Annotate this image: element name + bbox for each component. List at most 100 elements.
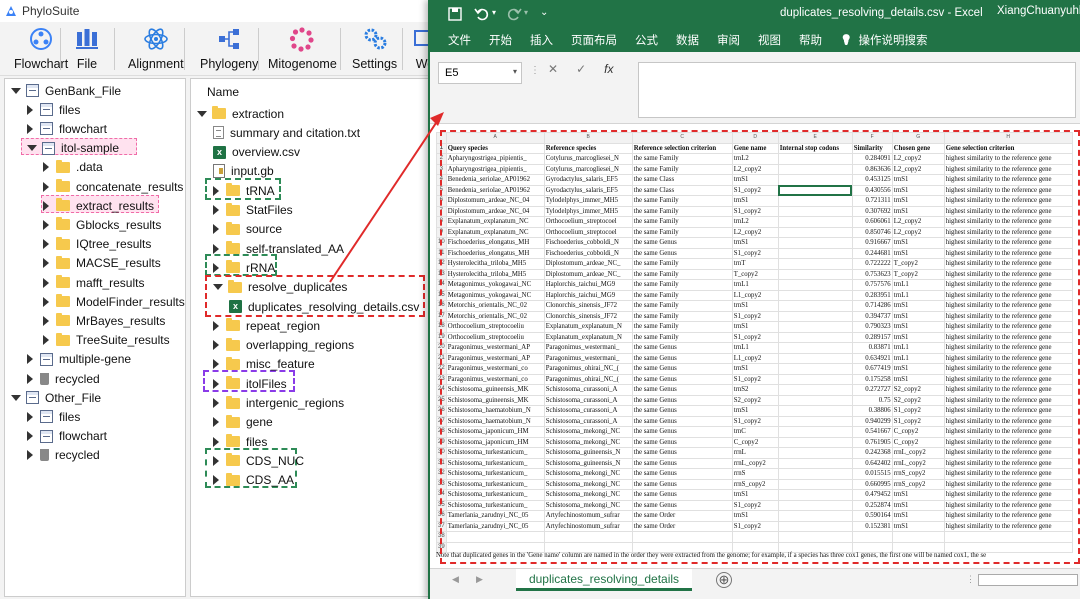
expand-right-icon[interactable] (43, 219, 49, 230)
tree-item[interactable]: rRNA (213, 258, 275, 277)
tree-item[interactable]: input.gb (213, 162, 274, 181)
expand-right-icon[interactable] (43, 335, 49, 346)
ribbon-tab[interactable]: 页面布局 (571, 32, 617, 48)
tree-item[interactable]: MrBayes_results (43, 311, 165, 330)
undo-icon[interactable] (474, 6, 490, 22)
expand-right-icon[interactable] (43, 296, 49, 307)
expand-right-icon[interactable] (213, 455, 219, 466)
expand-right-icon[interactable] (213, 398, 219, 408)
expand-right-icon[interactable] (27, 411, 33, 422)
tree-item[interactable]: concatenate_results (43, 177, 183, 196)
tree-item[interactable]: flowchart (27, 427, 107, 446)
tree-item[interactable]: CDS_AA (213, 471, 294, 490)
toolbar-settings-button[interactable]: Settings (352, 22, 397, 76)
expand-right-icon[interactable] (27, 450, 33, 461)
tree-item[interactable]: summary and citation.txt (213, 123, 360, 142)
expand-right-icon[interactable] (43, 239, 49, 250)
tree-item[interactable]: itol-sample (27, 139, 119, 158)
undo-dropdown-icon[interactable]: ▾ (492, 8, 496, 17)
expand-right-icon[interactable] (213, 436, 219, 447)
tree-item[interactable]: StatFiles (213, 201, 293, 220)
toolbar-mitogenome-button[interactable]: Mitogenome (268, 22, 337, 76)
formula-bar-input[interactable] (638, 62, 1076, 118)
tree-item[interactable]: repeat_region (213, 316, 320, 335)
ribbon-tab[interactable]: 数据 (676, 32, 699, 48)
expand-right-icon[interactable] (43, 277, 49, 288)
qat-customize-icon[interactable]: ⌄ (540, 7, 548, 18)
tree-item[interactable]: files (27, 407, 80, 426)
toolbar-phylogeny-button[interactable]: Phylogeny (200, 22, 258, 76)
expand-right-icon[interactable] (43, 258, 49, 269)
tree-item[interactable]: gene (213, 413, 273, 432)
expand-right-icon[interactable] (213, 224, 219, 235)
tree-item[interactable]: intergenic_regions (213, 394, 344, 413)
expand-right-icon[interactable] (27, 373, 33, 384)
tree-item[interactable]: GenBank_File (11, 81, 121, 100)
ribbon-tab[interactable]: 审阅 (717, 32, 740, 48)
tree-item[interactable]: tRNA (213, 181, 275, 200)
expand-right-icon[interactable] (213, 243, 219, 254)
tree-item[interactable]: x duplicates_resolving_details.csv (229, 297, 419, 316)
tree-item[interactable]: extraction (197, 104, 284, 123)
expand-right-icon[interactable] (43, 315, 49, 326)
tree-item[interactable]: IQtree_results (43, 235, 151, 254)
expand-down-icon[interactable] (27, 145, 37, 152)
expand-down-icon[interactable] (11, 394, 21, 401)
tree-item[interactable]: mafft_results (43, 273, 144, 292)
expand-right-icon[interactable] (27, 354, 33, 365)
ribbon-tab[interactable]: 视图 (758, 32, 781, 48)
tree-item[interactable]: CDS_NUC (213, 451, 304, 470)
ribbon-tab[interactable]: 公式 (635, 32, 658, 48)
tree-item[interactable]: ModelFinder_results (43, 292, 185, 311)
tab-bar-grip-icon[interactable]: ⋮ (966, 574, 975, 585)
enter-entry-icon[interactable]: ✓ (576, 62, 586, 76)
tree-item[interactable]: recycled (27, 369, 100, 388)
cancel-entry-icon[interactable]: ✕ (548, 62, 558, 76)
expand-right-icon[interactable] (43, 181, 49, 192)
expand-right-icon[interactable] (27, 104, 33, 115)
tree-item[interactable]: MACSE_results (43, 254, 161, 273)
tree-item[interactable]: TreeSuite_results (43, 331, 170, 350)
expand-right-icon[interactable] (213, 320, 219, 331)
name-box-dropdown-icon[interactable]: ▾ (513, 67, 517, 76)
redo-dropdown-icon[interactable]: ▾ (524, 8, 528, 17)
tree-item[interactable]: Other_File (11, 388, 101, 407)
insert-function-icon[interactable]: fx (604, 62, 613, 76)
tree-item[interactable]: x overview.csv (213, 143, 300, 162)
tree-item[interactable]: itolFiles (213, 374, 287, 393)
add-sheet-button[interactable]: ⊕ (716, 572, 732, 588)
expand-right-icon[interactable] (213, 185, 219, 196)
tree-item[interactable]: source (213, 220, 282, 239)
tree-item[interactable]: Gblocks_results (43, 215, 161, 234)
expand-right-icon[interactable] (213, 475, 219, 486)
worksheet[interactable]: A B C D E F G H 1 Query species Reference species R… (430, 124, 1080, 568)
tree-item[interactable]: flowchart (27, 119, 107, 138)
name-box[interactable]: E5 ▾ (438, 62, 522, 84)
expand-right-icon[interactable] (213, 205, 219, 215)
expand-down-icon[interactable] (11, 87, 21, 94)
ribbon-tab[interactable]: 文件 (448, 32, 471, 48)
sheet-prev-icon[interactable]: ◀ (452, 574, 459, 585)
expand-right-icon[interactable] (213, 262, 219, 273)
tree-item[interactable]: resolve_duplicates (213, 278, 347, 297)
sheet-tab[interactable]: duplicates_resolving_details (516, 569, 692, 591)
expand-right-icon[interactable] (213, 378, 219, 389)
tree-item[interactable]: files (213, 432, 267, 451)
expand-right-icon[interactable] (213, 340, 219, 351)
toolbar-file-button[interactable]: File (74, 22, 100, 76)
ribbon-tab[interactable]: 帮助 (799, 32, 822, 48)
toolbar-alignment-button[interactable]: Alignment (128, 22, 184, 76)
tree-item[interactable]: .data (43, 158, 103, 177)
expand-right-icon[interactable] (27, 123, 33, 134)
ribbon-tab[interactable]: 开始 (489, 32, 512, 48)
redo-icon[interactable] (506, 6, 522, 22)
tree-item[interactable]: recycled (27, 446, 100, 465)
expand-down-icon[interactable] (213, 284, 223, 291)
ribbon-tab[interactable]: 插入 (530, 32, 553, 48)
expand-down-icon[interactable] (197, 110, 207, 117)
user-name[interactable]: XiangChuanyuhh (997, 5, 1080, 17)
tree-item[interactable]: multiple-gene (27, 350, 131, 369)
expand-right-icon[interactable] (213, 359, 219, 370)
expand-right-icon[interactable] (43, 200, 49, 211)
ribbon-tab[interactable]: 操作说明搜索 (858, 32, 927, 48)
